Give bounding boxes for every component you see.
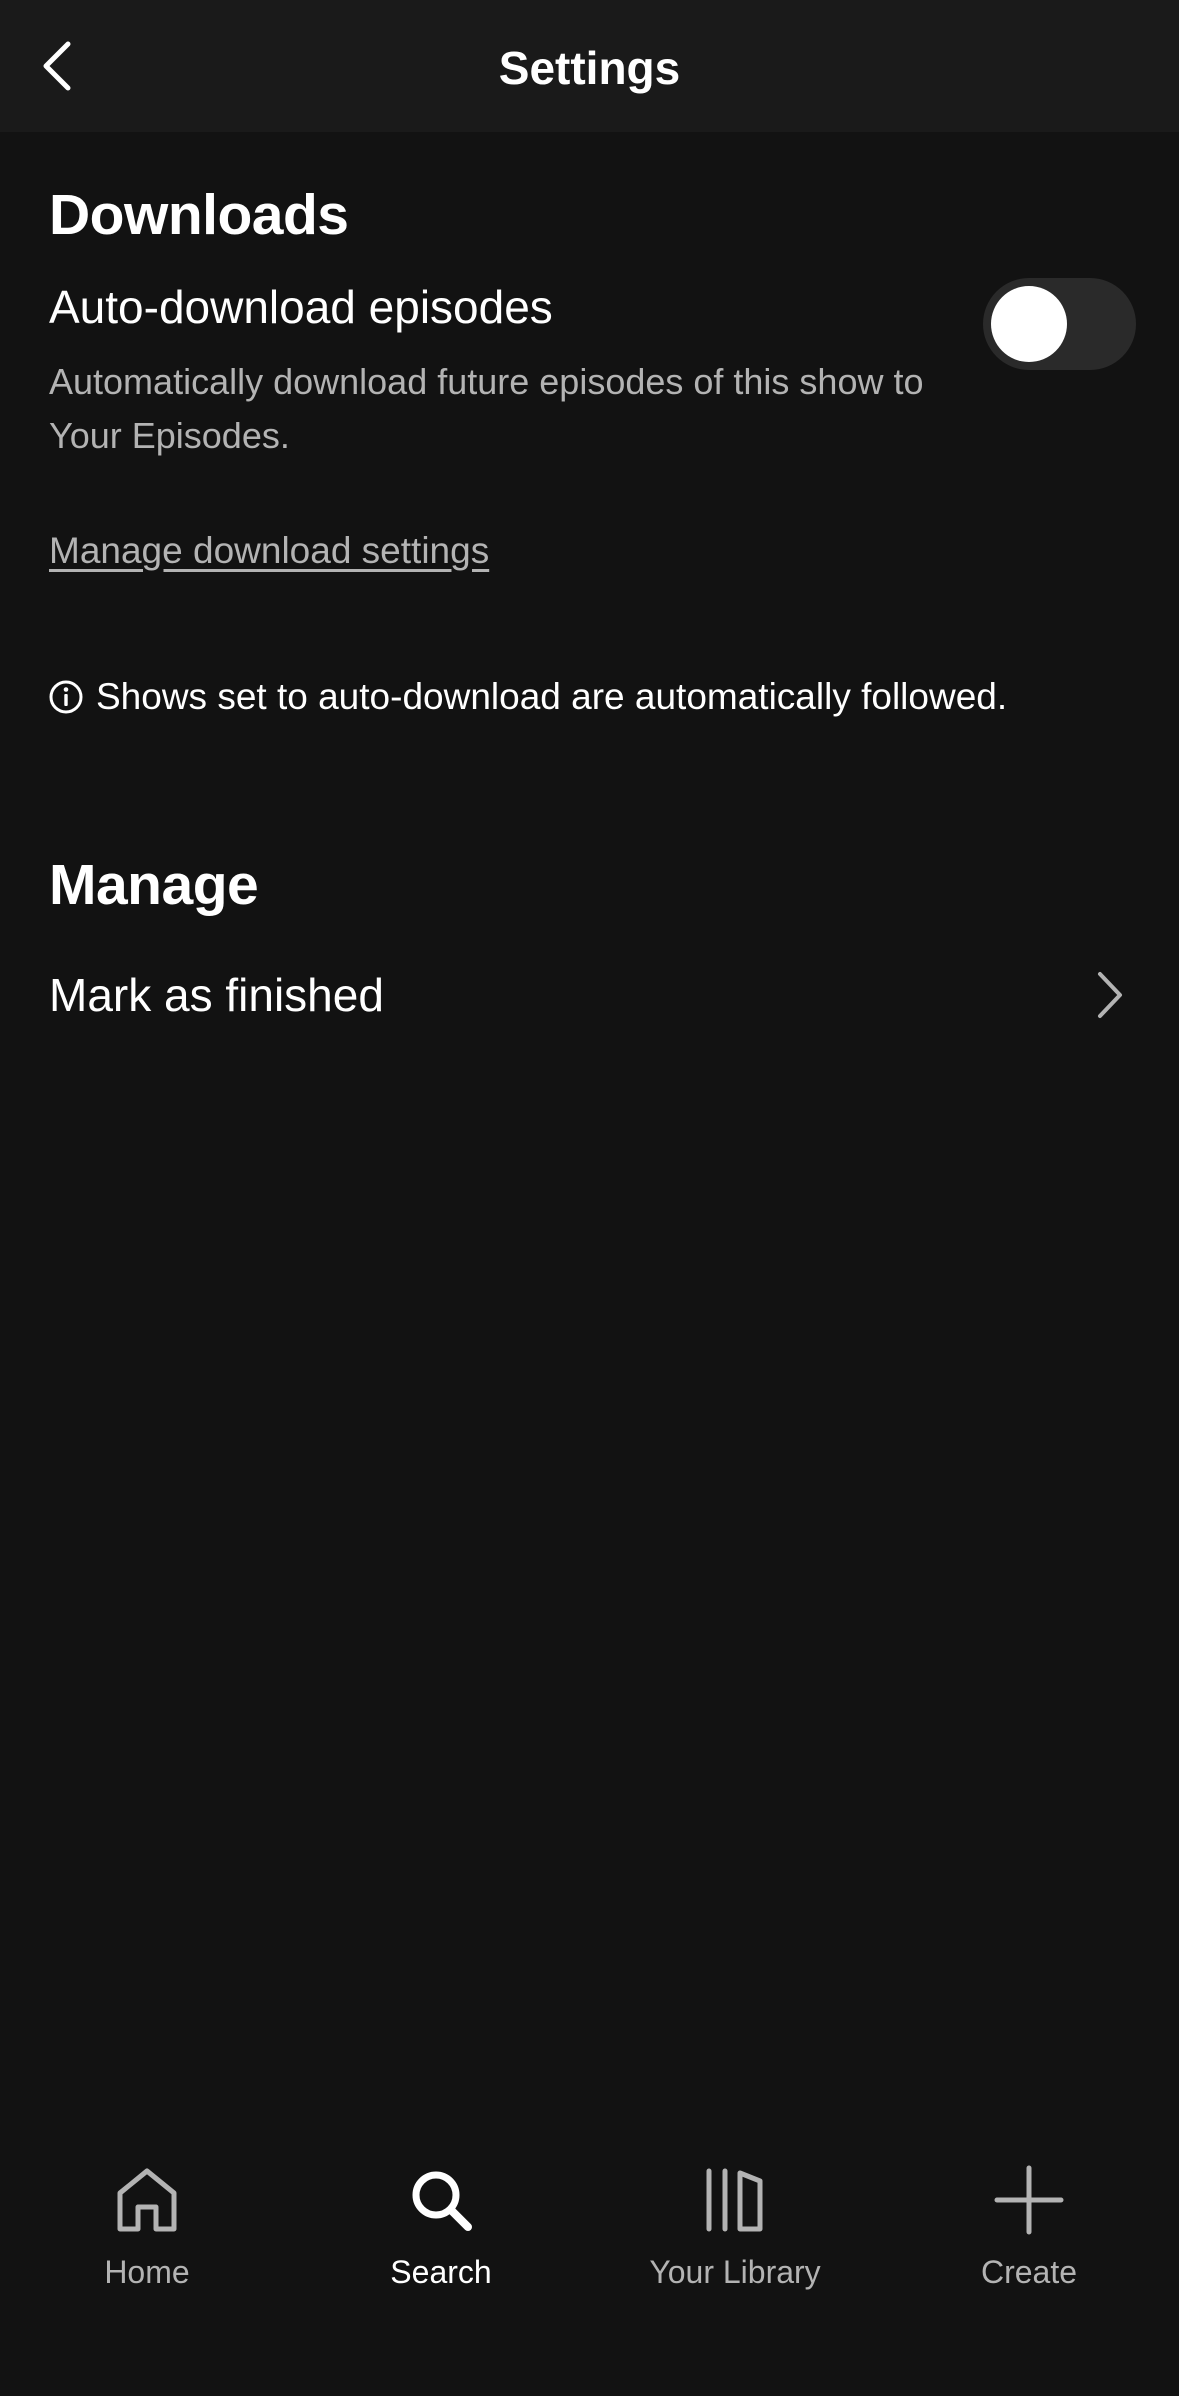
search-icon	[401, 2160, 481, 2240]
nav-label-create: Create	[980, 2254, 1078, 2290]
manage-heading: Manage	[49, 853, 259, 917]
nav-item-create[interactable]: Create	[882, 2160, 1176, 2320]
auto-download-description: Automatically download future episodes o…	[49, 361, 924, 456]
chevron-right-icon	[1090, 968, 1130, 1022]
toggle-knob	[991, 286, 1067, 362]
auto-download-toggle[interactable]	[983, 278, 1136, 370]
info-note: Shows set to auto-download are automatic…	[46, 676, 1007, 718]
bottom-nav: Home Search Your Library Create	[0, 2130, 1179, 2396]
nav-label-home: Home	[104, 2254, 190, 2290]
info-note-text: Shows set to auto-download are automatic…	[96, 676, 1008, 717]
info-circle-icon	[46, 677, 86, 717]
auto-download-title: Auto-download episodes	[49, 281, 553, 333]
plus-icon	[989, 2160, 1069, 2240]
mark-as-finished-label: Mark as finished	[49, 969, 384, 1021]
top-bar	[0, 0, 1179, 132]
nav-item-library[interactable]: Your Library	[588, 2160, 882, 2320]
back-button[interactable]	[28, 30, 88, 102]
library-icon	[695, 2160, 775, 2240]
downloads-heading: Downloads	[49, 183, 349, 247]
home-icon	[107, 2160, 187, 2240]
nav-item-search[interactable]: Search	[294, 2160, 588, 2320]
nav-item-home[interactable]: Home	[0, 2160, 294, 2320]
nav-label-search: Search	[390, 2254, 492, 2290]
chevron-left-icon	[43, 41, 71, 91]
manage-download-settings-link[interactable]: Manage download settings	[49, 530, 489, 572]
nav-label-library: Your Library	[649, 2254, 821, 2290]
mark-as-finished-row[interactable]: Mark as finished	[0, 940, 1179, 1050]
